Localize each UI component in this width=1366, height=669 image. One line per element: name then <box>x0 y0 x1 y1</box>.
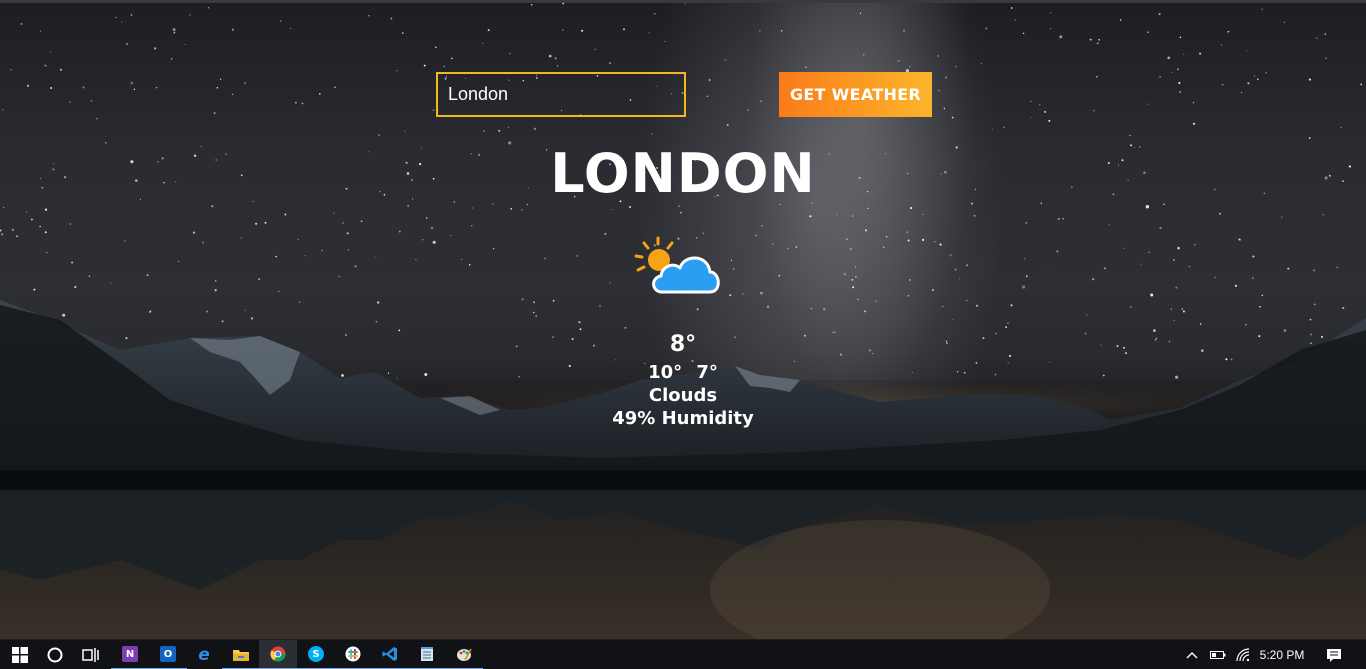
humidity-value: 49% Humidity <box>612 408 754 429</box>
file-explorer-app[interactable] <box>222 640 260 669</box>
temperature-range: 10° 7° <box>533 362 833 383</box>
max-temperature: 10° <box>648 362 683 383</box>
get-weather-button[interactable]: GET WEATHER <box>779 72 932 117</box>
paint-app[interactable] <box>445 640 483 669</box>
action-center-icon <box>1327 648 1341 662</box>
network-button[interactable] <box>1232 640 1254 669</box>
cortana-icon <box>47 647 63 663</box>
show-hidden-icons-button[interactable] <box>1182 640 1202 669</box>
edge-icon: e <box>198 645 210 665</box>
cortana-button[interactable] <box>36 640 74 669</box>
action-center-button[interactable] <box>1320 640 1348 669</box>
current-temperature: 8° <box>669 332 697 357</box>
task-view-icon <box>82 648 99 662</box>
outlook-app[interactable]: O <box>149 640 187 669</box>
vscode-app[interactable] <box>371 640 409 669</box>
chevron-up-icon <box>1186 652 1198 659</box>
min-temperature: 7° <box>696 362 718 383</box>
slack-app[interactable] <box>334 640 372 669</box>
sun-behind-cloud-icon <box>634 236 720 294</box>
start-button[interactable] <box>1 640 39 669</box>
weather-description: Clouds <box>648 385 718 406</box>
paint-icon <box>457 648 472 661</box>
task-view-button[interactable] <box>72 640 110 669</box>
vscode-icon <box>382 647 397 661</box>
battery-button[interactable] <box>1206 640 1230 669</box>
city-search-input[interactable] <box>436 72 686 117</box>
outlook-icon: O <box>160 646 176 662</box>
edge-app[interactable]: e <box>185 640 223 669</box>
notepad-icon <box>421 647 433 661</box>
skype-app[interactable]: S <box>297 640 335 669</box>
chrome-icon <box>270 646 286 662</box>
onenote-icon: N <box>122 646 138 662</box>
start-icon <box>12 647 28 663</box>
file-explorer-icon <box>233 649 249 661</box>
notepad-app[interactable] <box>408 640 446 669</box>
window-top-edge <box>0 0 1366 3</box>
windows-taskbar: N O e S 5:20 PM <box>0 639 1366 669</box>
skype-icon: S <box>308 646 324 662</box>
wifi-icon <box>1236 648 1250 662</box>
battery-icon <box>1210 651 1226 659</box>
clock[interactable]: 5:20 PM <box>1258 640 1306 669</box>
desktop-screen: GET WEATHER LONDON 8° 10° 7° Clouds 49% … <box>0 0 1366 669</box>
onenote-app[interactable]: N <box>111 640 149 669</box>
slack-icon <box>345 646 361 662</box>
chrome-app[interactable] <box>259 640 297 669</box>
city-title: LONDON <box>550 142 816 205</box>
